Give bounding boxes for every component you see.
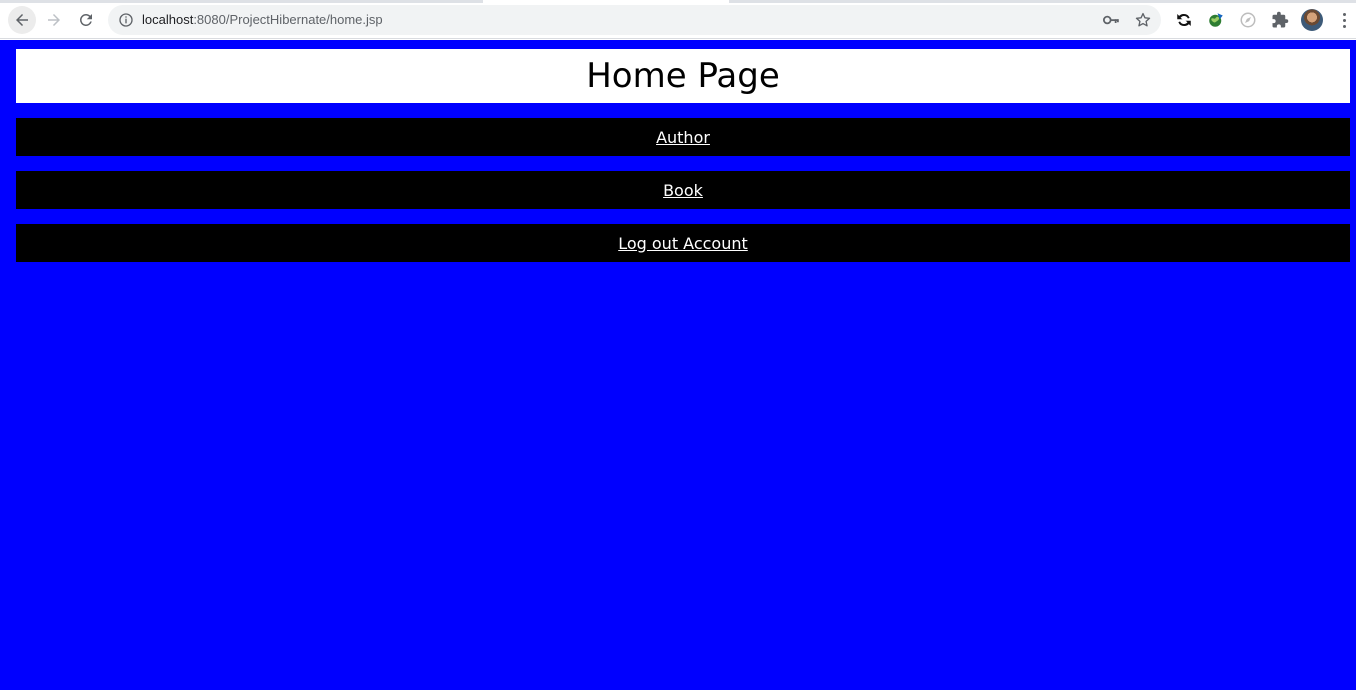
page-header: Home Page xyxy=(16,49,1350,103)
reload-icon xyxy=(79,13,92,26)
globe-extension-button[interactable] xyxy=(1206,10,1226,30)
back-button[interactable] xyxy=(8,6,36,34)
menu-dot xyxy=(1342,18,1346,22)
sync-extension-icon xyxy=(1177,13,1191,27)
nav-bar-book: Book xyxy=(16,171,1350,209)
info-icon[interactable] xyxy=(118,12,134,28)
book-link[interactable]: Book xyxy=(663,181,703,200)
forward-arrow-icon xyxy=(48,14,60,26)
back-arrow-icon xyxy=(16,14,28,26)
logout-link[interactable]: Log out Account xyxy=(618,234,748,253)
key-icon[interactable] xyxy=(1102,12,1120,28)
puzzle-icon xyxy=(1272,11,1289,28)
tab-strip xyxy=(0,0,1356,3)
nav-bar-logout: Log out Account xyxy=(16,224,1350,262)
menu-dots-icon[interactable] xyxy=(1336,10,1352,30)
reload-button[interactable] xyxy=(72,6,100,34)
menu-dot xyxy=(1342,24,1346,28)
compass-extension-button[interactable] xyxy=(1238,10,1258,30)
url-host: localhost xyxy=(142,12,194,27)
star-icon[interactable] xyxy=(1134,11,1152,29)
page-title: Home Page xyxy=(586,56,780,96)
extensions-button[interactable] xyxy=(1270,10,1290,30)
url-path: :8080/ProjectHibernate/home.jsp xyxy=(193,12,383,27)
compass-extension-icon xyxy=(1240,12,1256,28)
url-text[interactable]: localhost:8080/ProjectHibernate/home.jsp xyxy=(142,12,383,28)
address-bar[interactable]: localhost:8080/ProjectHibernate/home.jsp xyxy=(108,5,1161,35)
globe-extension-icon xyxy=(1209,13,1223,27)
profile-avatar[interactable] xyxy=(1301,9,1323,31)
forward-button[interactable] xyxy=(40,6,68,34)
browser-toolbar: localhost:8080/ProjectHibernate/home.jsp xyxy=(0,0,1356,39)
author-link[interactable]: Author xyxy=(656,128,710,147)
nav-bar-author: Author xyxy=(16,118,1350,156)
page-body: Home Page Author Book Log out Account xyxy=(0,40,1356,690)
sync-extension-button[interactable] xyxy=(1174,10,1194,30)
active-tab[interactable] xyxy=(483,0,729,3)
menu-dot xyxy=(1342,12,1346,16)
